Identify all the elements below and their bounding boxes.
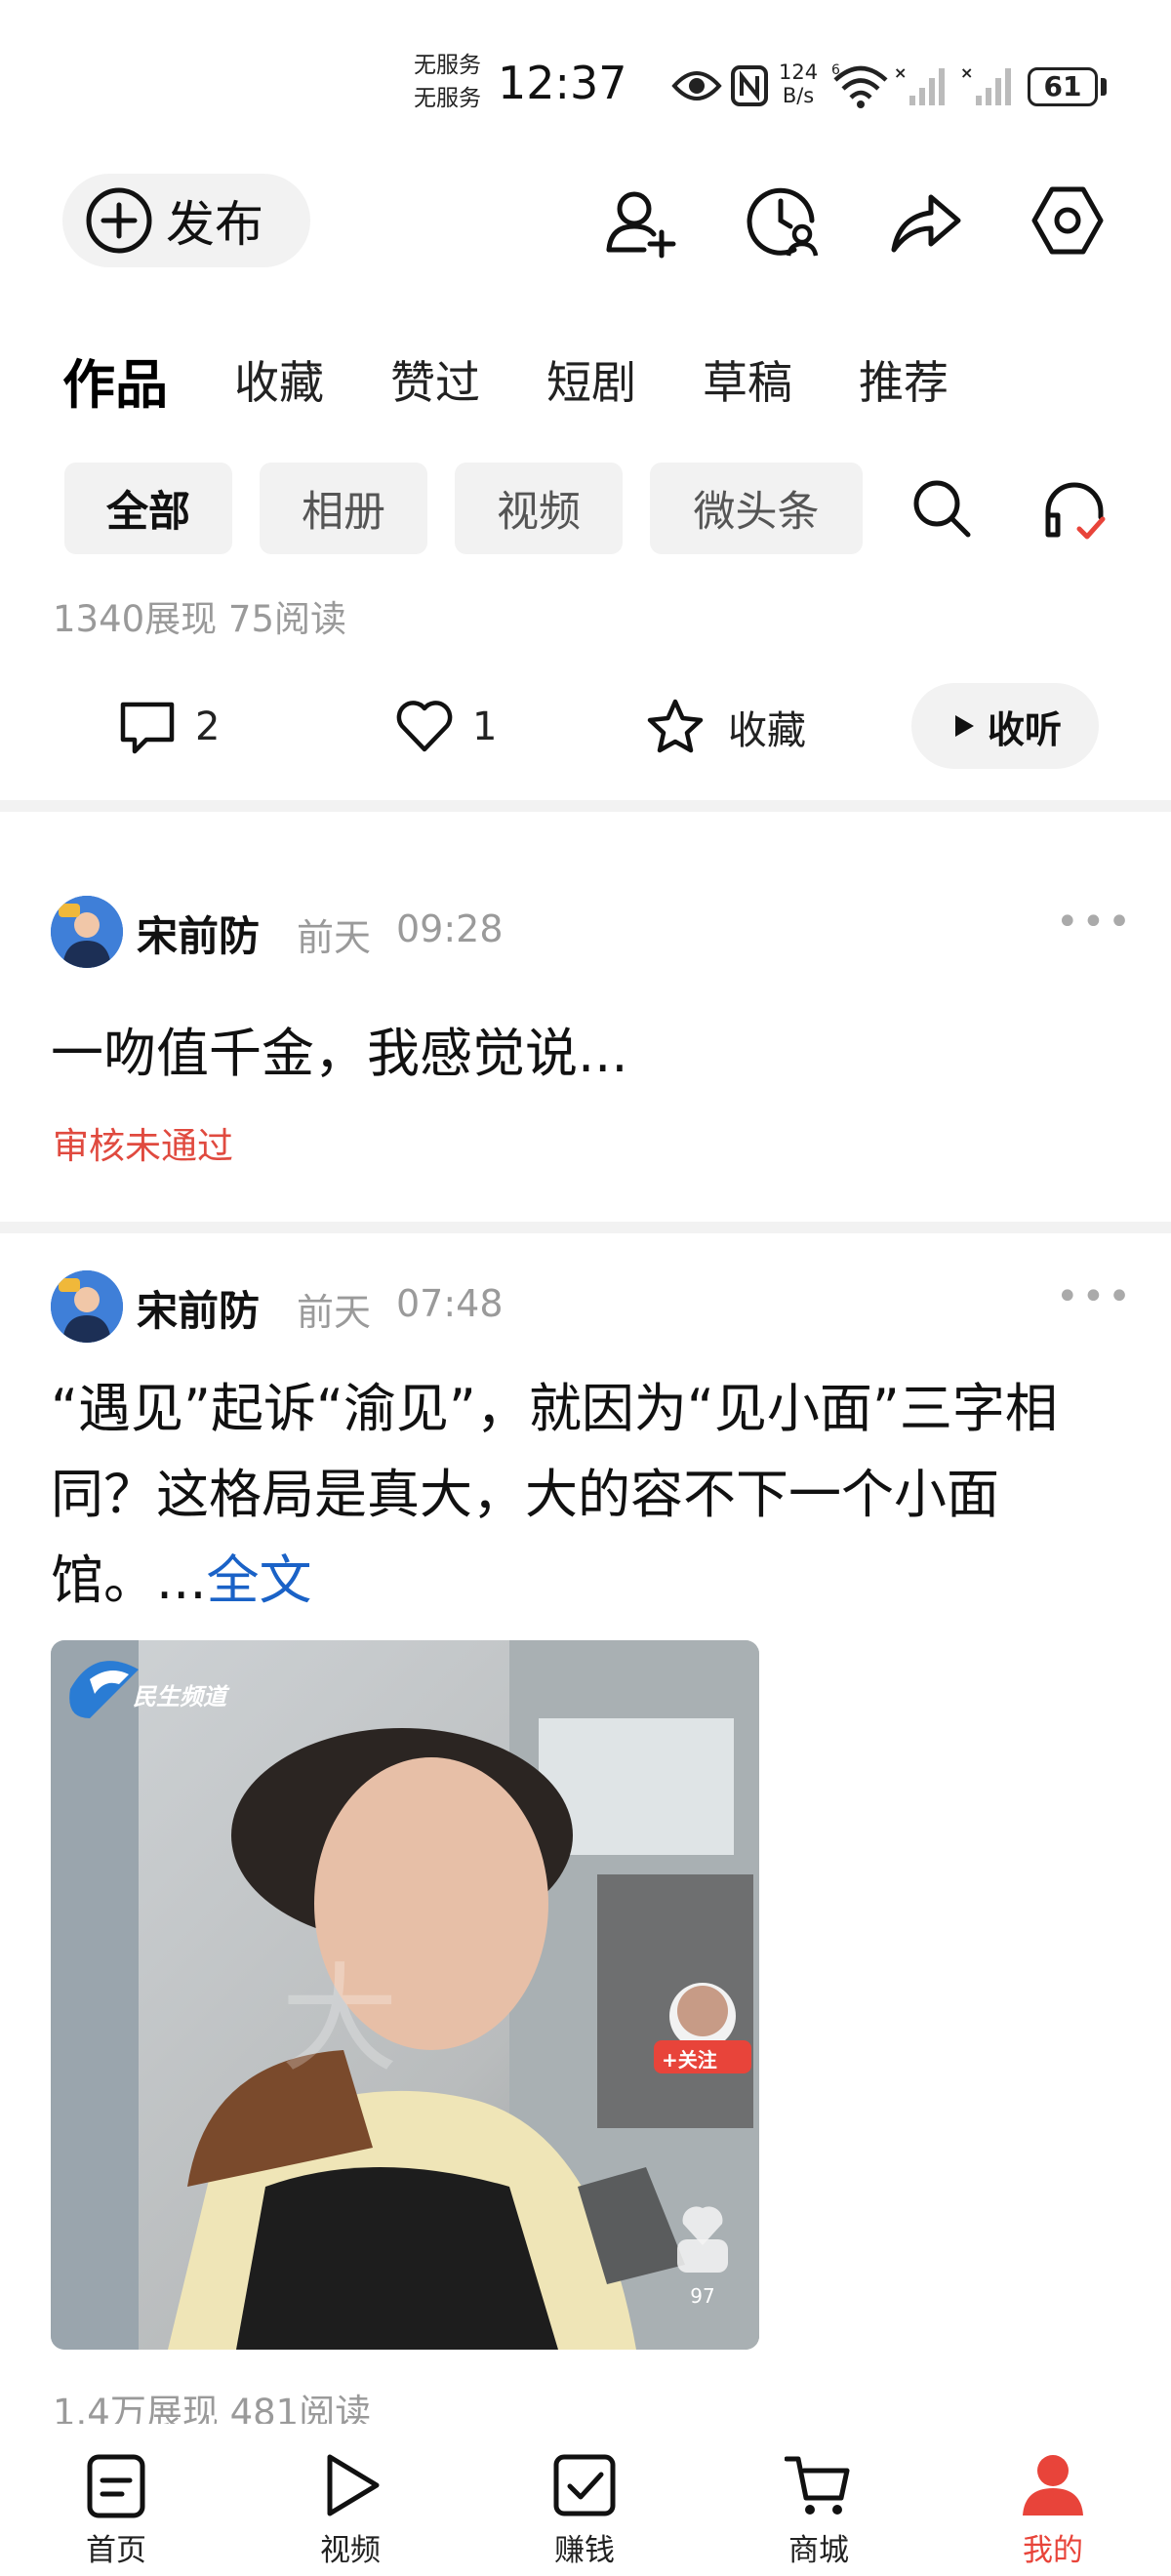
like-button[interactable]: 1 [394, 683, 497, 771]
signal-icon: × [894, 64, 945, 105]
filter-all[interactable]: 全部 [64, 463, 232, 554]
video-icon [327, 2454, 380, 2516]
listen-button[interactable]: 收听 [911, 683, 1099, 769]
nav-label: 赚钱 [554, 2533, 615, 2568]
comment-icon [120, 702, 175, 754]
post-text[interactable]: “遇见”起诉“渝见”，就因为“见小面”三字相 同？这格局是真大，大的容不下一个小… [51, 1366, 1134, 1624]
svg-text:6: 6 [831, 62, 840, 78]
filter-micro-post[interactable]: 微头条 [650, 463, 863, 554]
svg-text:大: 大 [281, 1952, 398, 2088]
svg-text:×: × [960, 64, 973, 82]
tab-liked[interactable]: 赞过 [390, 347, 480, 412]
post-time: 09:28 [396, 907, 504, 950]
listen-label: 收听 [987, 707, 1062, 751]
wifi-icon: 6 [831, 62, 888, 108]
nfc-icon [731, 65, 768, 106]
thumbnail-image: 大 [51, 1640, 759, 2350]
tab-works[interactable]: 作品 [62, 342, 168, 419]
cart-icon [785, 2456, 850, 2515]
comment-count: 2 [195, 704, 221, 749]
bottom-nav: 首页 视频 赚钱 商城 我的 [0, 2424, 1171, 2576]
channel-watermark: 民生频道 [133, 1683, 226, 1711]
battery-icon: 61 [1028, 67, 1098, 106]
post-text-line: “遇见”起诉“渝见”，就因为“见小面”三字相 [51, 1378, 1058, 1439]
nav-me[interactable]: 我的 [980, 2424, 1126, 2576]
nav-mall[interactable]: 商城 [746, 2424, 892, 2576]
net-speed-value: 124 [779, 60, 819, 84]
play-icon [954, 715, 974, 737]
publish-button[interactable]: 发布 [62, 174, 310, 267]
more-options-button[interactable]: ••• [1056, 1274, 1134, 1319]
chip-fade [863, 463, 902, 554]
collect-label: 收藏 [728, 708, 806, 753]
nav-earn[interactable]: 赚钱 [511, 2424, 658, 2576]
filter-video[interactable]: 视频 [455, 463, 623, 554]
post-time: 07:48 [396, 1282, 504, 1325]
signal-icon: × [960, 64, 1011, 105]
history-icon[interactable] [744, 181, 822, 260]
collect-button[interactable]: 收藏 [644, 683, 806, 771]
nav-label: 我的 [1023, 2533, 1083, 2568]
thumb-comment-count: 97 [690, 2284, 715, 2308]
more-options-button[interactable]: ••• [1056, 900, 1134, 945]
like-count: 1 [472, 704, 498, 749]
tab-short-drama[interactable]: 短剧 [546, 347, 636, 412]
divider [0, 800, 1171, 812]
divider [0, 1222, 1171, 1233]
avatar[interactable] [51, 896, 123, 968]
tab-drafts[interactable]: 草稿 [703, 347, 792, 412]
headphone-icon[interactable] [1040, 476, 1109, 544]
status-clock: 12:37 [498, 57, 627, 109]
profile-icon [1023, 2455, 1083, 2516]
post-text-line: 同？这格局是真大，大的容不下一个小面 [51, 1464, 999, 1525]
home-icon [87, 2454, 145, 2518]
eye-icon [671, 71, 722, 101]
review-status: 审核未通过 [53, 1125, 233, 1167]
comment-button[interactable]: 2 [117, 683, 220, 771]
share-icon[interactable] [886, 181, 964, 260]
follow-badge: +关注 [662, 2048, 717, 2072]
post-date: 前天 [297, 916, 372, 959]
search-icon[interactable] [909, 476, 974, 541]
star-icon [647, 699, 704, 753]
publish-label: 发布 [166, 196, 263, 253]
tab-recommend[interactable]: 推荐 [859, 347, 949, 412]
post-text[interactable]: 一吻值千金，我感觉说... [51, 1011, 1134, 1097]
post-text-line: 馆。...全文 [51, 1538, 1134, 1624]
nav-label: 首页 [86, 2533, 146, 2568]
carrier-label-1: 无服务 [414, 53, 481, 78]
nav-label: 商城 [788, 2533, 849, 2568]
status-bar: 无服务 无服务 12:37 124 B/s 6 × × 61 [0, 0, 1171, 166]
net-speed: 124 B/s [779, 60, 818, 107]
post-text-tail: 馆。... [51, 1550, 207, 1611]
plus-circle-icon [86, 187, 152, 254]
svg-text:×: × [894, 64, 907, 82]
avatar-image [51, 896, 123, 968]
battery-tip [1101, 78, 1107, 96]
author-name[interactable]: 宋前防 [137, 1278, 260, 1338]
read-more-link[interactable]: 全文 [207, 1550, 312, 1611]
add-friend-icon[interactable] [601, 181, 679, 260]
filter-album[interactable]: 相册 [260, 463, 427, 554]
tab-favorites[interactable]: 收藏 [234, 347, 324, 412]
author-name[interactable]: 宋前防 [137, 904, 260, 963]
carrier-label-2: 无服务 [414, 86, 481, 111]
post-date: 前天 [297, 1291, 372, 1334]
net-speed-unit: B/s [782, 84, 815, 107]
nav-video[interactable]: 视频 [277, 2424, 424, 2576]
heart-icon [396, 701, 453, 752]
avatar-image [51, 1270, 123, 1343]
avatar[interactable] [51, 1270, 123, 1343]
task-icon [553, 2454, 616, 2516]
post-thumbnail[interactable]: 大 民生频道 +关注 97 [51, 1640, 759, 2350]
nav-label: 视频 [320, 2533, 381, 2568]
prev-post-stats: 1340展现 75阅读 [53, 598, 347, 640]
settings-icon[interactable] [1029, 181, 1107, 260]
nav-home[interactable]: 首页 [43, 2424, 189, 2576]
